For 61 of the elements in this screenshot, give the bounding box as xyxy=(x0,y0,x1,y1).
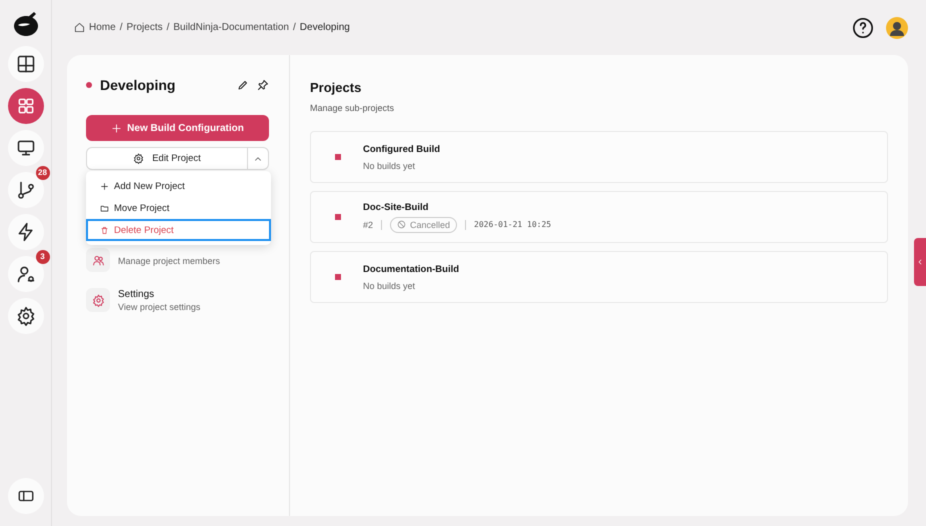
avatar[interactable] xyxy=(886,16,908,38)
build-number: #2 xyxy=(363,220,374,230)
rail-button[interactable] xyxy=(8,46,44,82)
status-square xyxy=(335,274,341,280)
status-square xyxy=(335,214,341,220)
breadcrumb-separator: / xyxy=(120,22,122,33)
help-icon xyxy=(852,16,874,38)
cancel-icon xyxy=(397,220,406,229)
settings-icon xyxy=(92,294,104,306)
monitor-icon xyxy=(16,138,36,158)
section-subtitle: Manage sub-projects xyxy=(310,103,396,113)
breadcrumb-separator: / xyxy=(293,22,296,33)
branch-icon xyxy=(16,180,36,200)
sidebar-toggle-button[interactable] xyxy=(8,478,44,514)
home-icon xyxy=(74,22,85,33)
status-square xyxy=(335,154,341,160)
trash-icon xyxy=(100,226,109,234)
status-dot xyxy=(86,82,92,88)
breadcrumb-link[interactable]: Home xyxy=(89,22,116,33)
plus-icon xyxy=(100,182,109,190)
build-name: Documentation-Build xyxy=(363,264,460,274)
logo-icon[interactable] xyxy=(12,10,40,38)
rail-button[interactable] xyxy=(8,298,44,334)
pin-icon xyxy=(257,79,269,91)
project-title: Developing xyxy=(100,77,176,93)
folder-icon xyxy=(100,204,109,212)
build-time: 2026-01-21 10:25 xyxy=(474,220,552,229)
settings-icon xyxy=(133,153,144,164)
menu-item[interactable]: Add New Project xyxy=(86,175,271,197)
chevron-left-icon xyxy=(916,258,924,266)
new-build-button[interactable]: New Build Configuration xyxy=(86,115,269,141)
breadcrumb-link[interactable]: BuildNinja-Documentation xyxy=(173,22,289,33)
breadcrumb-link[interactable]: Developing xyxy=(300,22,350,33)
count-badge: 28 xyxy=(36,166,50,180)
dashboard-icon xyxy=(16,96,36,116)
nav-description: Manage project members xyxy=(118,256,220,266)
rail-button[interactable] xyxy=(8,130,44,166)
project-card[interactable]: Doc-Site-Build #2 Cancelled 2026-01-21 10:25 xyxy=(310,191,888,243)
section-title: Projects xyxy=(310,80,362,95)
lightning-icon xyxy=(16,222,36,242)
nav-title[interactable]: Settings xyxy=(118,288,200,300)
build-summary: No builds yet xyxy=(363,280,416,290)
project-card[interactable]: Configured Build No builds yet xyxy=(310,131,888,183)
breadcrumb-separator: / xyxy=(166,22,170,33)
build-name: Doc-Site-Build xyxy=(363,202,430,212)
rail-button[interactable] xyxy=(8,214,44,250)
nav-description: View project settings xyxy=(118,302,200,312)
menu-item[interactable]: Delete Project xyxy=(86,219,271,241)
menu-item[interactable]: Move Project xyxy=(86,197,271,219)
edit-icon xyxy=(237,79,249,91)
status-pill: Cancelled xyxy=(390,216,458,232)
count-badge: 3 xyxy=(36,250,50,264)
plus-icon xyxy=(111,122,122,134)
breadcrumb-link[interactable]: Projects xyxy=(126,22,163,33)
build-name: Configured Build xyxy=(363,144,440,154)
settings-icon xyxy=(16,306,36,326)
user-gear-icon xyxy=(16,264,36,284)
layout-icon xyxy=(16,54,36,74)
project-card[interactable]: Documentation-Build No builds yet xyxy=(310,251,888,303)
users-icon xyxy=(92,254,104,266)
build-summary: No builds yet xyxy=(363,160,416,170)
